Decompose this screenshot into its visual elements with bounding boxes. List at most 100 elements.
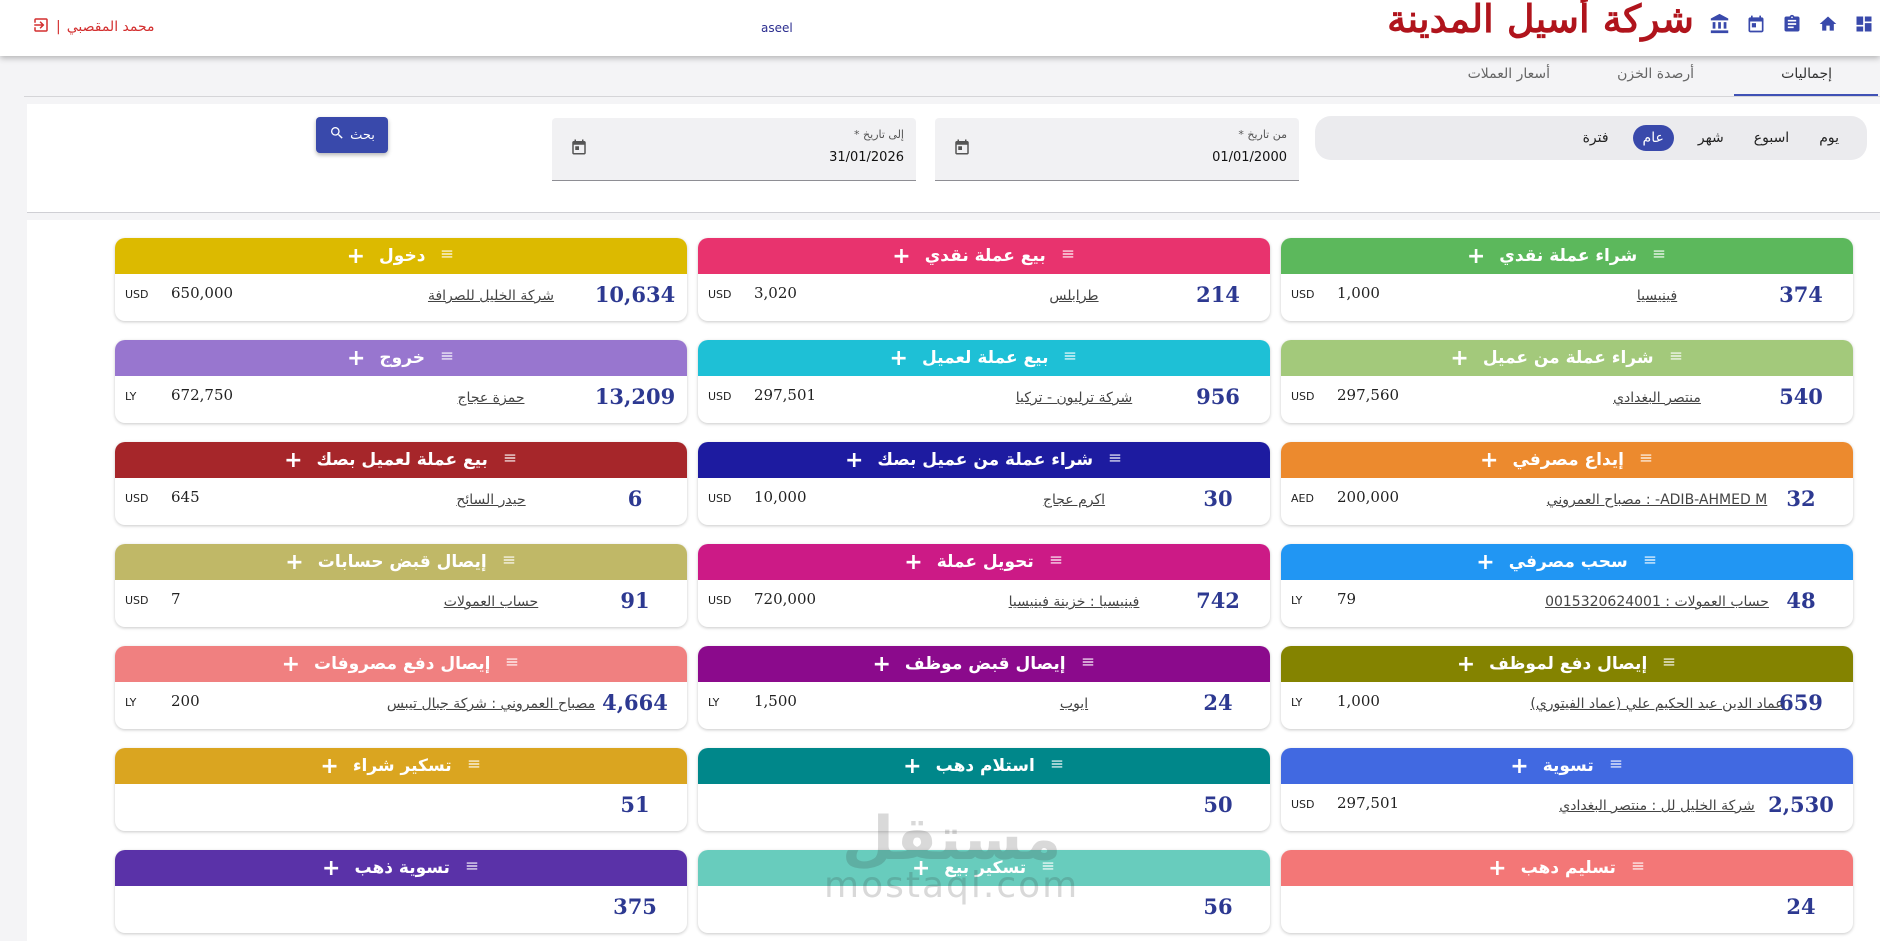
user-name[interactable]: محمد المقصبي xyxy=(67,19,155,35)
card-header[interactable]: بيع عملة لعميل بصك + xyxy=(115,442,687,478)
card-party-link[interactable]: حساب العمولات : 0015320624001 xyxy=(1461,594,1853,610)
list-icon[interactable] xyxy=(1048,552,1064,572)
add-icon[interactable]: + xyxy=(1450,346,1468,371)
period-month[interactable]: شهر xyxy=(1692,126,1730,150)
card-header[interactable]: سحب مصرفي + xyxy=(1281,544,1853,580)
period-week[interactable]: اسبوع xyxy=(1748,126,1795,150)
search-button[interactable]: بحث xyxy=(316,117,388,153)
to-date-field[interactable]: إلى تاريخ * 31/01/2026 xyxy=(552,118,916,181)
card-header[interactable]: استلام دهب + xyxy=(698,748,1270,784)
card-header[interactable]: تسكير شراء + xyxy=(115,748,687,784)
list-icon[interactable] xyxy=(1651,246,1667,266)
add-icon[interactable]: + xyxy=(1467,244,1485,269)
card-header[interactable]: شراء عملة من عميل + xyxy=(1281,340,1853,376)
card-party-link[interactable]: اكرم عجاج xyxy=(878,492,1270,508)
card-party-link[interactable]: شركة الخليل لل : منتصر البغدادي xyxy=(1461,798,1853,814)
card-header[interactable]: إيصال دفع مصروفات + xyxy=(115,646,687,682)
card-party-link[interactable]: طرابلس xyxy=(878,288,1270,304)
card-party-link[interactable]: فينيسيا : خزينة فينيسيا xyxy=(878,594,1270,610)
card-party-link[interactable]: شركة ترليون - تركيا xyxy=(878,390,1270,406)
add-icon[interactable]: + xyxy=(892,244,910,269)
add-icon[interactable]: + xyxy=(912,856,930,881)
list-icon[interactable] xyxy=(439,348,455,368)
add-icon[interactable]: + xyxy=(1476,550,1494,575)
card-header[interactable]: إيصال قبض موظف + xyxy=(698,646,1270,682)
list-icon[interactable] xyxy=(1060,246,1076,266)
add-icon[interactable]: + xyxy=(285,550,303,575)
card-party-link[interactable]: حيدر السائح xyxy=(295,492,687,508)
tab-currency-rates[interactable]: أسعار العملات xyxy=(1468,66,1550,82)
list-icon[interactable] xyxy=(1040,858,1056,878)
list-icon[interactable] xyxy=(1642,552,1658,572)
card-header[interactable]: دخول + xyxy=(115,238,687,274)
add-icon[interactable]: + xyxy=(904,550,922,575)
list-icon[interactable] xyxy=(1608,756,1624,776)
calendar-icon[interactable] xyxy=(953,138,971,160)
card-party-link[interactable]: فينيسيا xyxy=(1461,288,1853,304)
from-date-value[interactable]: 01/01/2000 xyxy=(1212,150,1287,165)
add-icon[interactable]: + xyxy=(903,754,921,779)
card-header[interactable]: إيداع مصرفي + xyxy=(1281,442,1853,478)
add-icon[interactable]: + xyxy=(320,754,338,779)
tab-treasury-balances[interactable]: أرصدة الخزن xyxy=(1617,66,1694,82)
list-icon[interactable] xyxy=(1080,654,1096,674)
add-icon[interactable]: + xyxy=(322,856,340,881)
card-party-link[interactable]: ايوب xyxy=(878,696,1270,712)
list-icon[interactable] xyxy=(1049,756,1065,776)
card-party-link[interactable]: حمزة عجاج xyxy=(295,390,687,406)
calendar-icon[interactable] xyxy=(570,138,588,160)
period-range[interactable]: فترة xyxy=(1577,126,1615,150)
add-icon[interactable]: + xyxy=(282,652,300,677)
card-header[interactable]: إيصال قبض حسابات + xyxy=(115,544,687,580)
card-party-link[interactable]: مصباح العمروني : شركة جبال تيبس xyxy=(295,696,687,712)
dashboard-icon[interactable] xyxy=(1852,12,1876,36)
add-icon[interactable]: + xyxy=(1480,448,1498,473)
card-header[interactable]: تسوية ذهب + xyxy=(115,850,687,886)
add-icon[interactable]: + xyxy=(347,346,365,371)
card-header[interactable]: تسكير بيع + xyxy=(698,850,1270,886)
list-icon[interactable] xyxy=(1630,858,1646,878)
card-header[interactable]: تحويل عملة + xyxy=(698,544,1270,580)
logout-icon[interactable] xyxy=(32,16,50,38)
list-icon[interactable] xyxy=(1668,348,1684,368)
card-header[interactable]: بيع عملة نقدي + xyxy=(698,238,1270,274)
add-icon[interactable]: + xyxy=(845,448,863,473)
list-icon[interactable] xyxy=(439,246,455,266)
card-party-link[interactable]: عماد الدين عبد الحكيم علي (عماد الفيتوري… xyxy=(1461,696,1853,712)
add-icon[interactable]: + xyxy=(1457,652,1475,677)
card-party-link[interactable]: ADIB-AHMED M- : مصباح العمروني xyxy=(1461,492,1853,508)
add-icon[interactable]: + xyxy=(347,244,365,269)
card-header[interactable]: تسوية + xyxy=(1281,748,1853,784)
period-year[interactable]: عام xyxy=(1632,125,1674,151)
add-icon[interactable]: + xyxy=(1488,856,1506,881)
add-icon[interactable]: + xyxy=(284,448,302,473)
list-icon[interactable] xyxy=(466,756,482,776)
card-header[interactable]: شراء عملة نقدي + xyxy=(1281,238,1853,274)
card-party-link[interactable]: شركة الخليل للصرافة xyxy=(295,288,687,304)
list-icon[interactable] xyxy=(501,552,517,572)
card-header[interactable]: تسليم دهب + xyxy=(1281,850,1853,886)
to-date-value[interactable]: 31/01/2026 xyxy=(829,150,904,165)
card-header[interactable]: شراء عملة من عميل بصك + xyxy=(698,442,1270,478)
tab-totals[interactable]: إجماليات xyxy=(1781,66,1832,82)
period-day[interactable]: يوم xyxy=(1813,126,1845,150)
card-header[interactable]: إيصال دفع لموظف + xyxy=(1281,646,1853,682)
list-icon[interactable] xyxy=(1107,450,1123,470)
add-icon[interactable]: + xyxy=(890,346,908,371)
card-header[interactable]: بيع عملة لعميل + xyxy=(698,340,1270,376)
bank-icon[interactable] xyxy=(1708,12,1732,36)
clipboard-icon[interactable] xyxy=(1780,12,1804,36)
list-icon[interactable] xyxy=(1638,450,1654,470)
from-date-field[interactable]: من تاريخ * 01/01/2000 xyxy=(935,118,1299,181)
home-icon[interactable] xyxy=(1816,12,1840,36)
add-icon[interactable]: + xyxy=(1510,754,1528,779)
list-icon[interactable] xyxy=(464,858,480,878)
add-icon[interactable]: + xyxy=(872,652,890,677)
list-icon[interactable] xyxy=(502,450,518,470)
list-icon[interactable] xyxy=(1062,348,1078,368)
list-icon[interactable] xyxy=(504,654,520,674)
card-party-link[interactable]: منتصر البغدادي xyxy=(1461,390,1853,406)
list-icon[interactable] xyxy=(1661,654,1677,674)
card-header[interactable]: خروج + xyxy=(115,340,687,376)
card-party-link[interactable]: حساب العمولات xyxy=(295,594,687,610)
